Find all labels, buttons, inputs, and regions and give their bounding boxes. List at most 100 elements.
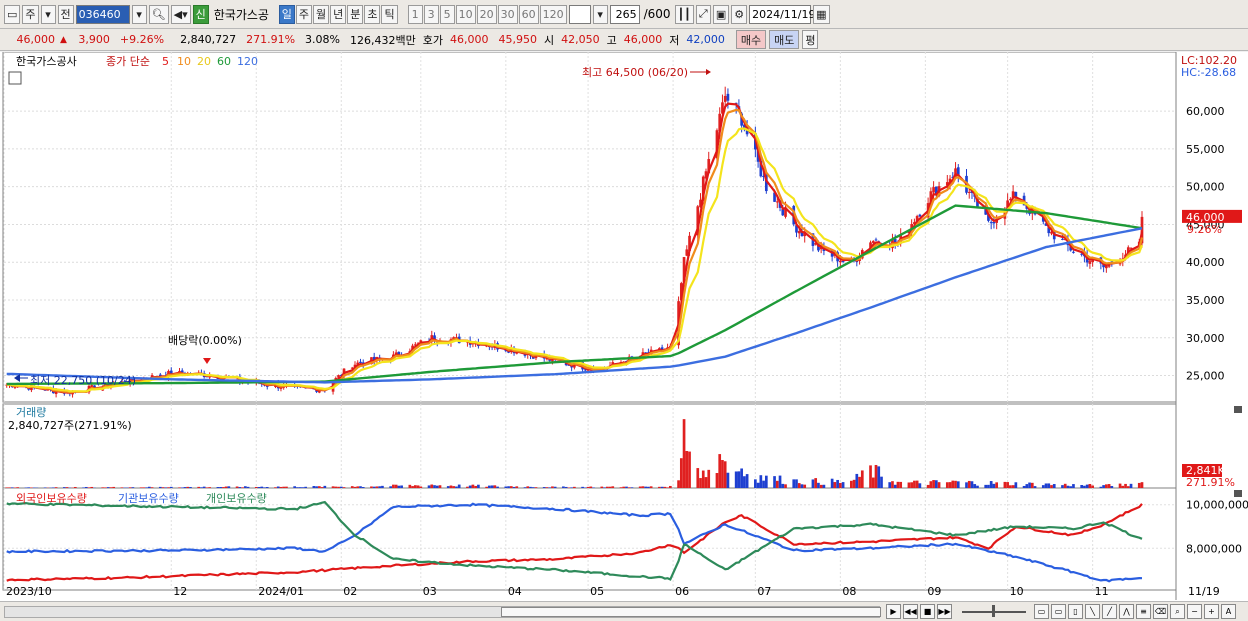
volume-bar xyxy=(932,480,935,488)
volume-bar xyxy=(260,486,264,488)
volume-bar xyxy=(318,486,321,488)
holding-tick-label: 8,000,000 xyxy=(1186,542,1242,555)
period-tab[interactable]: 월 xyxy=(312,4,330,24)
volume-bar xyxy=(1072,484,1075,488)
table-toggle-icon[interactable] xyxy=(8,71,22,85)
interval-tab[interactable]: 20 xyxy=(476,4,497,24)
period-tab[interactable]: 틱 xyxy=(381,4,398,24)
market-dropdown-icon[interactable]: ▾ xyxy=(40,4,56,24)
volume-bar xyxy=(893,484,897,488)
zoom-slider[interactable] xyxy=(962,604,1026,617)
volume-bar xyxy=(411,486,414,488)
volume-bar xyxy=(778,475,782,488)
scroll-thumb[interactable] xyxy=(501,606,881,617)
volume-bar xyxy=(756,482,760,488)
volume-bar xyxy=(16,487,20,488)
period-tab[interactable]: 주 xyxy=(295,4,312,24)
volume-bar xyxy=(435,485,439,488)
eraser-icon[interactable]: ⌫ xyxy=(1153,604,1168,619)
layout-icon[interactable]: ▭ xyxy=(4,4,21,24)
code-dropdown-icon[interactable]: ▾ xyxy=(131,4,147,24)
interval-tab[interactable]: 10 xyxy=(455,4,476,24)
line-tool-icon[interactable]: ╲ xyxy=(1085,604,1100,619)
dividend-marker xyxy=(203,358,211,364)
period-tab[interactable]: 일 xyxy=(278,4,295,24)
quote-volume: 2,840,727 xyxy=(180,33,237,46)
holding-tick-label: 10,000,000 xyxy=(1186,499,1248,512)
volume-bar xyxy=(951,480,955,488)
pane-close-icon[interactable] xyxy=(1234,490,1242,497)
prev-button[interactable]: 전 xyxy=(57,4,74,24)
pane-close-icon[interactable] xyxy=(1234,406,1242,413)
avg-button[interactable]: 평 xyxy=(802,30,819,49)
chart-area[interactable]: 25,000 30,000 35,000 40,000 45,000 50,000 55,0… xyxy=(0,51,1248,601)
volume-title: 거래량 xyxy=(16,406,46,419)
volume-bar xyxy=(562,486,565,488)
ma120-line xyxy=(6,227,1143,384)
interval-tab[interactable]: 30 xyxy=(497,4,518,24)
interval-tab[interactable]: 3 xyxy=(423,4,439,24)
volume-bar xyxy=(243,486,247,488)
volume-bar xyxy=(1011,485,1015,488)
overlay-view-icon[interactable]: ▭ xyxy=(1051,604,1066,619)
split-view-icon[interactable]: ▭ xyxy=(1034,604,1049,619)
pane-frame xyxy=(2,51,1177,403)
volume-bar xyxy=(1061,485,1064,488)
interval-tab[interactable]: 1 xyxy=(407,4,423,24)
interval-tab[interactable]: 5 xyxy=(439,4,455,24)
trend-tool-icon[interactable]: ╱ xyxy=(1102,604,1117,619)
calendar-icon[interactable]: ▦ xyxy=(813,4,830,24)
volume-bar xyxy=(10,487,14,488)
candle-icon[interactable]: ┃┃ xyxy=(674,4,694,24)
plus-icon[interactable]: + xyxy=(1204,604,1219,619)
volume-bar xyxy=(836,479,839,488)
volume-bar xyxy=(877,466,881,488)
volume-bar xyxy=(496,486,499,488)
price-tick-label: 35,000 xyxy=(1186,294,1225,307)
scrollbar[interactable] xyxy=(4,605,881,618)
scroll-right-icon[interactable]: ▶ xyxy=(886,604,901,619)
fast-forward-icon[interactable]: ▶▶ xyxy=(937,604,952,619)
period-tab[interactable]: 년 xyxy=(330,4,347,24)
zoom-slider-handle[interactable] xyxy=(992,604,995,617)
gear-icon[interactable]: ⚙ xyxy=(731,4,748,24)
buy-button[interactable]: 매수 xyxy=(735,30,767,49)
period-tab[interactable]: 분 xyxy=(347,4,364,24)
column-view-icon[interactable]: ▯ xyxy=(1068,604,1083,619)
market-select[interactable]: 주 xyxy=(22,4,39,24)
volume-bar xyxy=(202,486,206,488)
stop-icon[interactable]: ■ xyxy=(920,604,935,619)
volume-bar xyxy=(907,482,911,488)
interval-dropdown-icon[interactable]: ▾ xyxy=(592,4,608,24)
fib-tool-icon[interactable]: ≡ xyxy=(1136,604,1151,619)
interval-custom-input[interactable] xyxy=(568,4,591,24)
interval-tab[interactable]: 60 xyxy=(518,4,539,24)
date-tick-label: 03 xyxy=(423,585,437,598)
candle-body xyxy=(1088,261,1092,264)
speaker-icon[interactable]: ◀▾ xyxy=(170,4,191,24)
volume-bar xyxy=(1006,482,1009,488)
volume-bar xyxy=(803,484,807,488)
text-tool-icon[interactable]: A xyxy=(1221,604,1236,619)
code-input[interactable]: 036460 xyxy=(75,4,130,24)
magnifier-icon[interactable]: ⌕ xyxy=(1170,604,1185,619)
date-input[interactable]: 2024/11/19 xyxy=(749,4,816,24)
volume-bar xyxy=(860,470,864,488)
search-icon[interactable]: 🔍︎ xyxy=(148,4,169,24)
chart-svg[interactable]: 25,00030,00035,00040,00045,00050,00055,0… xyxy=(0,51,1248,601)
volume-bar xyxy=(608,486,612,488)
period-tab[interactable]: 초 xyxy=(364,4,381,24)
interval-tab[interactable]: 120 xyxy=(539,4,567,24)
rewind-icon[interactable]: ◀◀ xyxy=(903,604,918,619)
sell-button[interactable]: 매도 xyxy=(769,30,800,49)
count-input[interactable]: 265 xyxy=(609,4,640,24)
zigzag-tool-icon[interactable]: ⋀ xyxy=(1119,604,1134,619)
volume-bar xyxy=(279,486,283,488)
credit-badge[interactable]: 신 xyxy=(192,4,209,24)
volume-bar xyxy=(586,486,590,488)
minus-icon[interactable]: − xyxy=(1187,604,1202,619)
volume-bar xyxy=(1080,485,1084,488)
draw-icon[interactable]: ⤢ xyxy=(695,4,711,24)
save-icon[interactable]: ▣ xyxy=(712,4,730,24)
volume-bar xyxy=(965,482,968,488)
